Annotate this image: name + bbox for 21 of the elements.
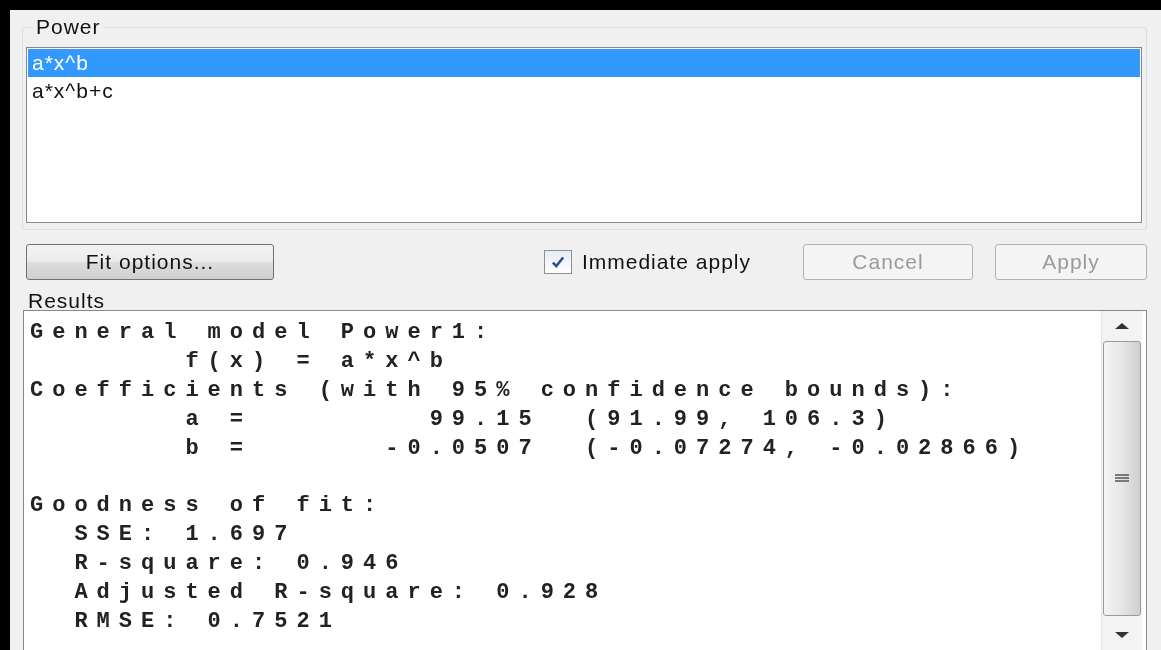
check-icon [549, 254, 566, 270]
result-line: b = -0.0507 (-0.07274, -0.02866) [184, 435, 1030, 463]
result-line: General model Power1: [30, 319, 497, 347]
grip-icon [1115, 473, 1129, 484]
scroll-down-icon[interactable] [1115, 632, 1129, 638]
result-line: Goodness of fit: [30, 492, 386, 520]
result-line: Adjusted R-square: 0.928 [73, 579, 608, 607]
result-line: R-square: 0.946 [73, 550, 408, 578]
list-item[interactable]: a*x^b+c [28, 77, 1140, 105]
scrollbar-thumb[interactable] [1103, 341, 1141, 616]
result-line: RMSE: 0.7521 [73, 608, 341, 636]
fit-options-button[interactable]: Fit options... [26, 244, 274, 280]
result-line: f(x) = a*x^b [184, 348, 452, 376]
result-line: Coefficients (with 95% confidence bounds): [30, 377, 963, 405]
scroll-up-icon[interactable] [1115, 323, 1129, 329]
checkbox-label[interactable]: Immediate apply [581, 250, 751, 274]
result-line: a = 99.15 (91.99, 106.3) [184, 406, 896, 434]
results-label: Results [28, 288, 107, 314]
vertical-scrollbar[interactable] [1101, 311, 1142, 650]
result-line: SSE: 1.697 [73, 521, 297, 549]
checkbox[interactable] [543, 250, 572, 274]
